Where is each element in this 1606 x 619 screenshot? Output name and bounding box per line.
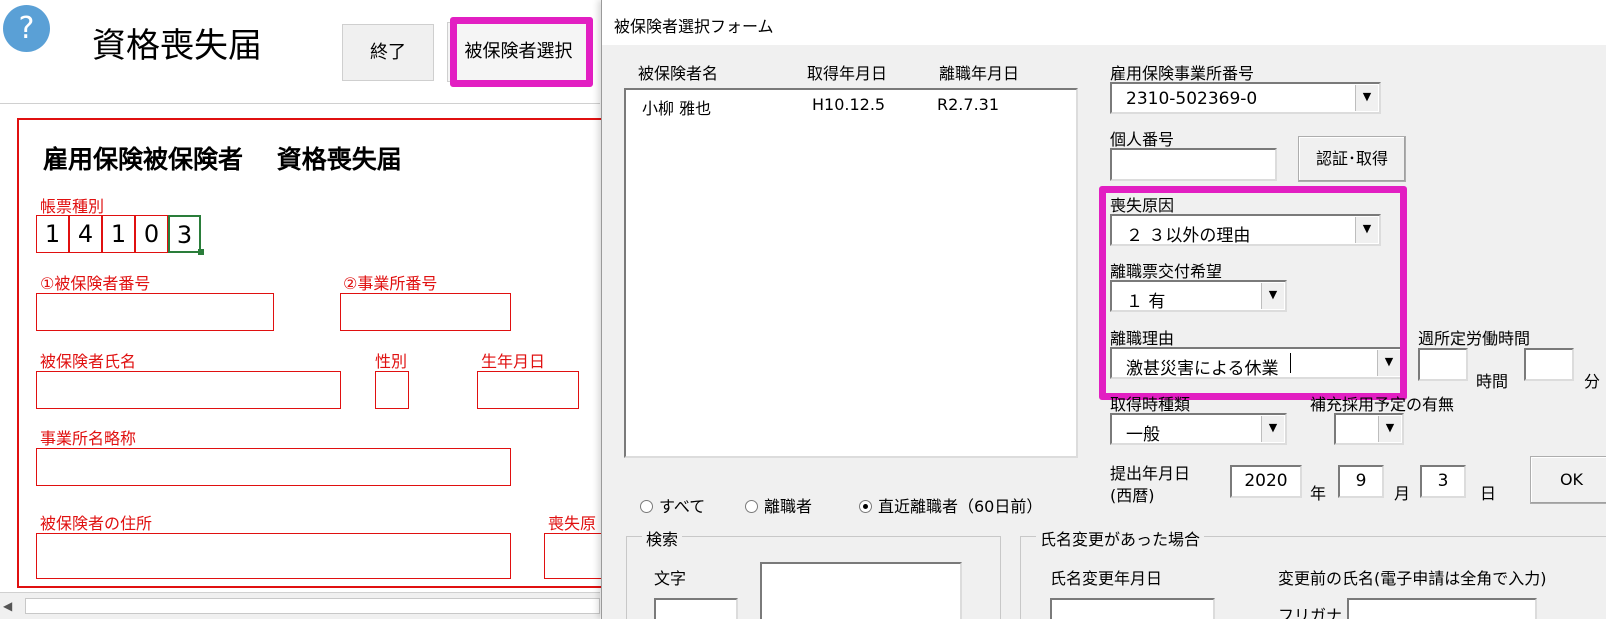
office-abbr-label: 事業所名略称 bbox=[40, 429, 137, 448]
selection-handle[interactable] bbox=[198, 249, 204, 255]
office-number-label: 雇用保険事業所番号 bbox=[1110, 64, 1255, 83]
dialog-titlebar[interactable]: 被保険者選択フォーム bbox=[602, 0, 1606, 45]
sheet-title: 資格喪失届 bbox=[92, 26, 262, 66]
horizontal-scrollbar[interactable]: ◀ bbox=[0, 592, 600, 619]
office-number-combo[interactable]: 2310-502369-0 ▼ bbox=[1110, 82, 1381, 114]
scrollbar-thumb[interactable] bbox=[25, 598, 600, 614]
search-small-input[interactable] bbox=[654, 598, 738, 619]
form-heading: 雇用保険被保険者 資格喪失届 bbox=[43, 145, 402, 174]
radio-icon bbox=[640, 500, 653, 513]
loss-cause-partial-label: 喪失原 bbox=[548, 514, 597, 533]
name-change-group-label: 氏名変更があった場合 bbox=[1036, 526, 1205, 550]
day-unit: 日 bbox=[1480, 484, 1497, 503]
insured-name-field[interactable] bbox=[36, 371, 341, 409]
insured-number-field[interactable] bbox=[36, 293, 274, 331]
office-number-field[interactable] bbox=[340, 293, 511, 331]
sex-field[interactable] bbox=[375, 371, 409, 409]
help-icon[interactable]: ? bbox=[3, 5, 50, 52]
insured-selection-dialog: 被保険者選択フォーム 被保険者名 取得年月日 離職年月日 小柳 雅也 H10.1… bbox=[601, 0, 1606, 619]
acq-type-combo[interactable]: 一般 ▼ bbox=[1110, 413, 1287, 445]
submit-month-input[interactable]: 9 bbox=[1338, 465, 1384, 498]
radio-icon bbox=[745, 500, 758, 513]
highlight-loss-fields bbox=[1099, 186, 1407, 400]
dialog-title: 被保険者選択フォーム bbox=[614, 17, 774, 36]
form-type-label: 帳票種別 bbox=[40, 197, 105, 216]
end-button[interactable]: 終了 bbox=[342, 24, 434, 81]
list-header-name: 被保険者名 bbox=[638, 64, 719, 83]
filter-separated-radio[interactable]: 離職者 bbox=[745, 493, 812, 517]
address-field[interactable] bbox=[36, 533, 511, 579]
sex-label: 性別 bbox=[375, 352, 408, 371]
address-label: 被保険者の住所 bbox=[40, 514, 153, 533]
acq-type-label: 取得時種類 bbox=[1110, 395, 1191, 414]
insured-number-label: ①被保険者番号 bbox=[40, 274, 151, 293]
search-text-input[interactable] bbox=[760, 562, 962, 619]
hours-unit: 時間 bbox=[1476, 372, 1509, 391]
previous-name-label: 変更前の氏名(電子申請は全角で入力) bbox=[1278, 569, 1547, 588]
list-header-left: 離職年月日 bbox=[939, 64, 1020, 83]
office-number-label: ②事業所番号 bbox=[343, 274, 438, 293]
loss-cause-partial-field[interactable] bbox=[544, 533, 604, 579]
month-unit: 月 bbox=[1394, 484, 1411, 503]
filter-recent-label: 直近離職者（60日前） bbox=[878, 497, 1043, 516]
form-type-digit[interactable]: 1 bbox=[36, 215, 69, 253]
weekly-minutes-input[interactable] bbox=[1524, 348, 1574, 381]
name-change-date-input[interactable] bbox=[1050, 598, 1215, 619]
furigana-input[interactable] bbox=[1347, 598, 1537, 619]
filter-separated-label: 離職者 bbox=[764, 497, 813, 516]
weekly-hours-label: 週所定労働時間 bbox=[1418, 329, 1531, 348]
submit-date-label-era: (西暦) bbox=[1110, 486, 1155, 505]
acq-type-value: 一般 bbox=[1126, 425, 1160, 445]
form-type-digit-selected[interactable]: 3 bbox=[168, 215, 201, 253]
filter-all-label: すべて bbox=[659, 497, 706, 516]
birthdate-field[interactable] bbox=[477, 371, 579, 409]
submit-date-label: 提出年月日 bbox=[1110, 464, 1191, 483]
list-item-acquired[interactable]: H10.12.5 bbox=[812, 95, 885, 114]
submit-year-input[interactable]: 2020 bbox=[1230, 465, 1302, 498]
highlight-select-button bbox=[450, 17, 593, 87]
dropdown-arrow-icon[interactable]: ▼ bbox=[1355, 85, 1378, 111]
ok-button[interactable]: OK bbox=[1530, 456, 1606, 504]
scroll-left-icon[interactable]: ◀ bbox=[3, 599, 12, 613]
auth-acquire-button[interactable]: 認証･取得 bbox=[1298, 136, 1406, 182]
furigana-label: フリガナ bbox=[1278, 606, 1343, 619]
filter-all-radio[interactable]: すべて bbox=[640, 493, 705, 517]
radio-selected-icon bbox=[859, 500, 872, 513]
minutes-unit: 分 bbox=[1584, 372, 1601, 391]
filter-recent-radio[interactable]: 直近離職者（60日前） bbox=[859, 493, 1042, 517]
office-number-value: 2310-502369-0 bbox=[1126, 89, 1258, 109]
personal-number-label: 個人番号 bbox=[1110, 130, 1175, 149]
insured-listbox[interactable]: 小柳 雅也 H10.12.5 R2.7.31 bbox=[624, 88, 1078, 458]
search-text-label: 文字 bbox=[654, 569, 687, 588]
replacement-combo[interactable]: ▼ bbox=[1334, 413, 1404, 445]
header-divider bbox=[0, 103, 600, 104]
form-type-digit[interactable]: 0 bbox=[135, 215, 168, 253]
form-type-digit[interactable]: 4 bbox=[69, 215, 102, 253]
submit-day-input[interactable]: 3 bbox=[1420, 465, 1466, 498]
replacement-label: 補充採用予定の有無 bbox=[1310, 395, 1455, 414]
name-change-date-label: 氏名変更年月日 bbox=[1050, 569, 1163, 588]
list-item-left[interactable]: R2.7.31 bbox=[937, 95, 999, 114]
form-type-digit[interactable]: 1 bbox=[102, 215, 135, 253]
office-abbr-field[interactable] bbox=[36, 448, 511, 486]
personal-number-input[interactable] bbox=[1110, 148, 1277, 181]
year-unit: 年 bbox=[1310, 484, 1327, 503]
dropdown-arrow-icon[interactable]: ▼ bbox=[1261, 416, 1284, 442]
dropdown-arrow-icon[interactable]: ▼ bbox=[1378, 416, 1401, 442]
birthdate-label: 生年月日 bbox=[481, 352, 546, 371]
list-header-acquired: 取得年月日 bbox=[807, 64, 888, 83]
search-group-label: 検索 bbox=[642, 526, 683, 550]
list-item-name[interactable]: 小柳 雅也 bbox=[642, 95, 711, 119]
weekly-hours-input[interactable] bbox=[1418, 348, 1468, 381]
insured-name-label: 被保険者氏名 bbox=[40, 352, 137, 371]
